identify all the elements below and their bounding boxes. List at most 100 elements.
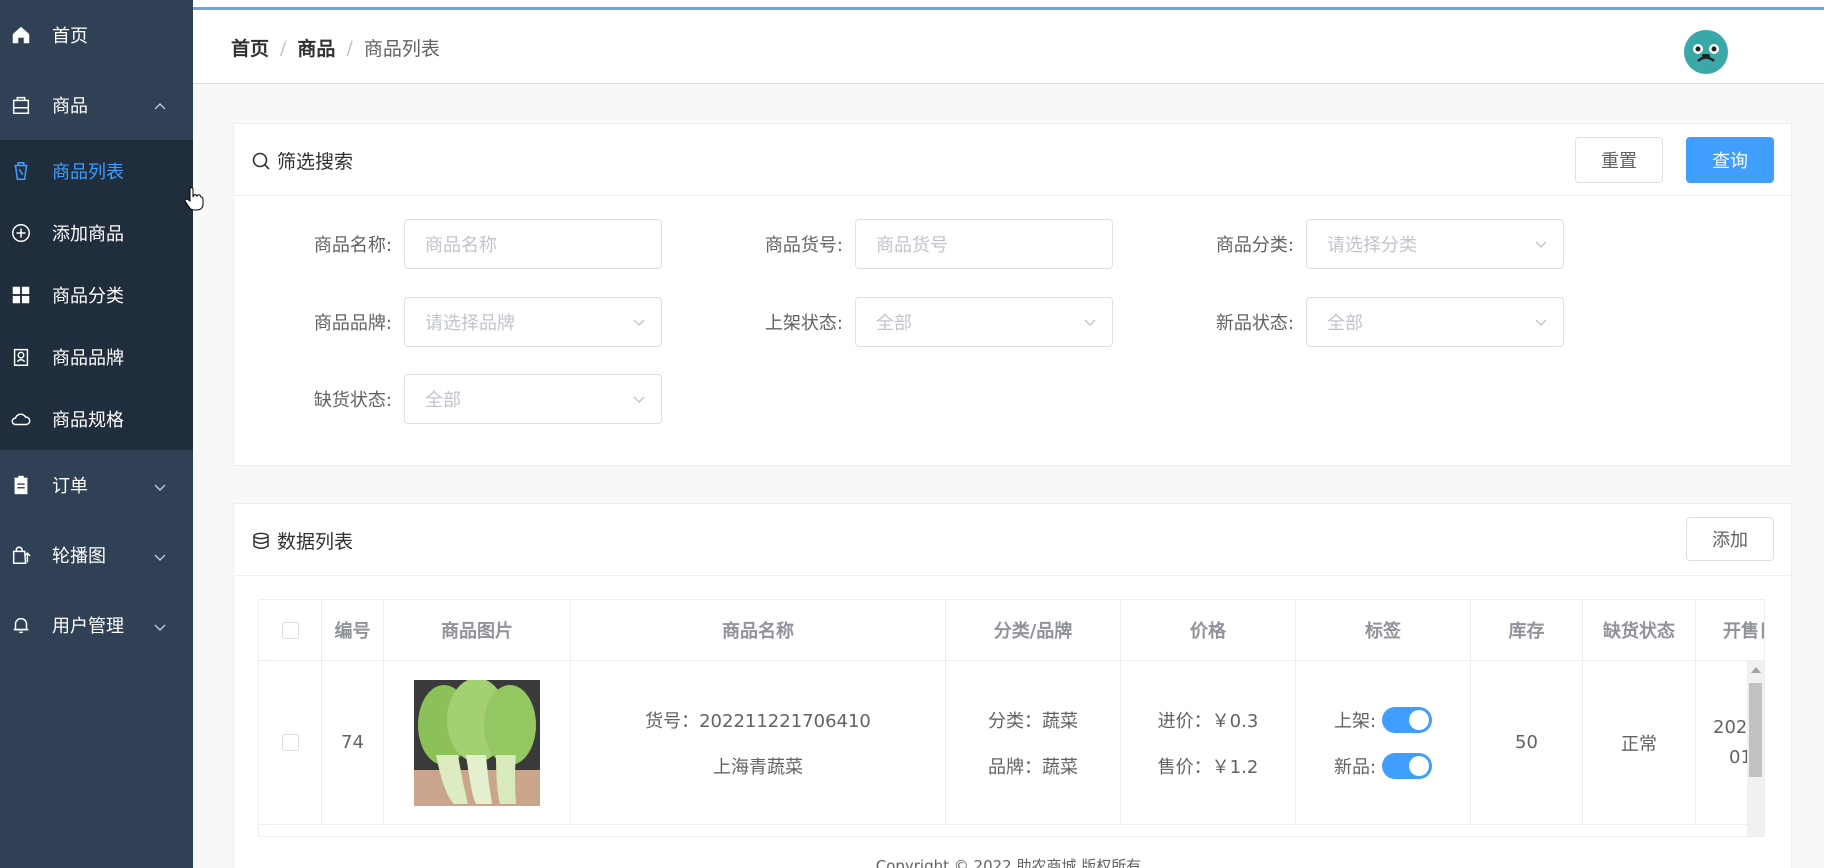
chevron-down-icon (1535, 319, 1547, 326)
sidebar-item-label: 订单 (52, 476, 88, 497)
home-icon (10, 24, 32, 46)
sidebar-item-goods-list[interactable]: 商品列表 (0, 140, 193, 202)
scroll-up-arrow-icon[interactable] (1751, 667, 1761, 673)
publish-label: 上架状态: (764, 313, 843, 334)
sale-date-line1: 202 (1713, 717, 1748, 738)
hand-cursor-icon (184, 187, 204, 211)
filter-title-text: 筛选搜索 (277, 151, 354, 173)
category-placeholder: 请选择分类 (1327, 235, 1417, 256)
tags-cell: 上架: 新品: (1296, 661, 1471, 824)
sn-input[interactable]: 商品货号 (855, 219, 1113, 269)
goods-image (414, 679, 540, 806)
filter-card-header: 筛选搜索 重置 查询 (234, 124, 1791, 196)
breadcrumb-goods[interactable]: 商品 (297, 34, 335, 61)
sidebar-item-label: 用户管理 (52, 616, 124, 637)
sidebar-item-add-goods[interactable]: 添加商品 (0, 202, 193, 264)
cloud-icon (10, 408, 32, 430)
select-all-checkbox[interactable] (281, 621, 299, 639)
goods-sn: 货号：202211221706410 (645, 710, 871, 732)
shopping-icon (10, 544, 32, 566)
price-cell: 进价：￥0.3 售价：￥1.2 (1121, 661, 1296, 824)
category-select[interactable]: 请选择分类 (1306, 219, 1564, 269)
breadcrumb-current: 商品列表 (363, 38, 440, 60)
publish-tag-label: 上架: (1333, 710, 1377, 732)
column-header[interactable]: 编号 (322, 600, 384, 660)
sidebar-item-label: 商品列表 (52, 162, 124, 183)
search-icon (252, 152, 270, 170)
list-title-text: 数据列表 (277, 531, 354, 553)
sidebar-item-goods-category[interactable]: 商品分类 (0, 264, 193, 326)
brand-label: 商品品牌: (313, 313, 392, 334)
publish-value: 全部 (876, 313, 912, 334)
new-select[interactable]: 全部 (1306, 297, 1564, 347)
reset-button[interactable]: 重置 (1575, 137, 1663, 183)
sidebar-item-users[interactable]: 用户管理 (0, 590, 193, 660)
row-checkbox[interactable] (281, 734, 299, 751)
name-placeholder: 商品名称 (425, 235, 497, 256)
new-value: 全部 (1327, 313, 1363, 334)
add-button[interactable]: 添加 (1686, 517, 1774, 561)
breadcrumb-separator: / (280, 36, 287, 59)
query-button[interactable]: 查询 (1686, 137, 1774, 183)
goods-category: 分类：蔬菜 (988, 710, 1078, 732)
chevron-down-icon (153, 618, 167, 632)
chevron-down-icon (153, 548, 167, 562)
filter-title: 筛选搜索 (251, 147, 353, 174)
list-card-header: 数据列表 添加 (234, 504, 1791, 576)
sidebar-item-label: 添加商品 (52, 224, 124, 245)
chevron-up-icon (153, 98, 167, 112)
column-header: 价格 (1121, 600, 1296, 660)
category-label: 商品分类: (1215, 235, 1294, 256)
form-item-stock: 缺货状态: 全部 (234, 374, 662, 424)
breadcrumb-home[interactable]: 首页 (231, 34, 269, 61)
column-header: 分类/品牌 (946, 600, 1121, 660)
chevron-down-icon (1535, 241, 1547, 248)
sidebar-item-label: 商品规格 (52, 410, 124, 431)
publish-switch[interactable] (1382, 706, 1433, 733)
sidebar-item-orders[interactable]: 订单 (0, 450, 193, 520)
new-label: 新品状态: (1215, 313, 1294, 334)
sn-placeholder: 商品货号 (876, 235, 948, 256)
form-item-brand: 商品品牌: 请选择品牌 (234, 297, 662, 347)
new-tag-label: 新品: (1333, 756, 1377, 778)
sidebar-item-goods-spec[interactable]: 商品规格 (0, 388, 193, 450)
table-scrollbar[interactable] (1747, 661, 1764, 836)
stock-label: 缺货状态: (313, 390, 392, 411)
goods-name-cell: 货号：202211221706410 上海青蔬菜 (571, 661, 946, 824)
breadcrumb: 首页 / 商品 / 商品列表 (231, 34, 440, 61)
top-accent-line (0, 0, 1824, 10)
goods-submenu: 商品列表 添加商品 商品分类 商品品牌 商品规格 (0, 140, 193, 450)
sidebar: 首页 商品 商品列表 添加商品 商品分类 商品品牌 商品规格 订单 轮播图 用户… (0, 0, 193, 868)
sidebar-item-label: 轮播图 (52, 546, 106, 567)
goods-cost-price: 进价：￥0.3 (1157, 710, 1259, 732)
form-item-category: 商品分类: 请选择分类 (1136, 219, 1564, 269)
footer-copyright: Copyright © 2022 助农商城 版权所有 (875, 857, 1142, 868)
chevron-down-icon (1084, 319, 1096, 326)
scrollbar-thumb[interactable] (1749, 683, 1762, 777)
brand-select[interactable]: 请选择品牌 (404, 297, 662, 347)
goods-name: 上海青蔬菜 (713, 756, 803, 778)
goods-sale-price: 售价：￥1.2 (1157, 756, 1259, 778)
bell-icon (10, 614, 32, 636)
sidebar-item-label: 商品 (52, 96, 88, 117)
name-input[interactable]: 商品名称 (404, 219, 662, 269)
publish-select[interactable]: 全部 (855, 297, 1113, 347)
stock-select[interactable]: 全部 (404, 374, 662, 424)
filter-card: 筛选搜索 重置 查询 商品名称: 商品名称 商品货号: 商品货号 商品分类: 请… (233, 123, 1792, 466)
sidebar-item-label: 商品分类 (52, 286, 124, 307)
sidebar-item-home[interactable]: 首页 (0, 0, 193, 70)
stock-value-cell: 50 (1471, 661, 1583, 824)
column-header: 商品名称 (571, 600, 946, 660)
sidebar-item-goods[interactable]: 商品 (0, 70, 193, 140)
bag-icon (10, 94, 32, 116)
sidebar-item-goods-brand[interactable]: 商品品牌 (0, 326, 193, 388)
sidebar-item-carousel[interactable]: 轮播图 (0, 520, 193, 590)
list-title: 数据列表 (251, 527, 353, 554)
form-item-publish: 上架状态: 全部 (685, 297, 1113, 347)
new-switch[interactable] (1382, 752, 1433, 779)
sn-label: 商品货号: (764, 235, 843, 256)
avatar[interactable] (1684, 30, 1728, 74)
name-label: 商品名称: (313, 235, 392, 256)
stock-value: 全部 (425, 390, 461, 411)
form-item-new: 新品状态: 全部 (1136, 297, 1564, 347)
